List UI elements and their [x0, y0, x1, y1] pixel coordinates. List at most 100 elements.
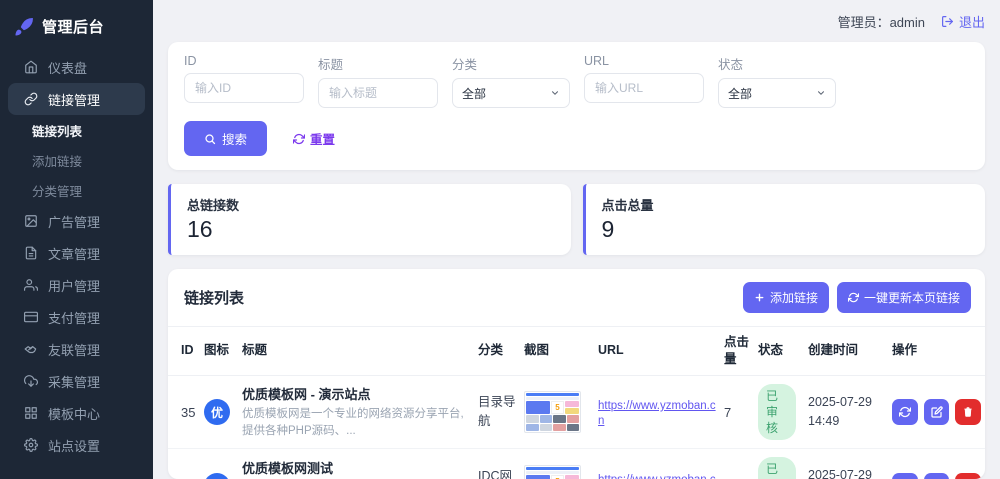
trash-icon	[962, 406, 974, 418]
sidebar-item-friend-link-management[interactable]: 友联管理	[0, 333, 153, 365]
add-link-button[interactable]: 添加链接	[743, 282, 829, 313]
search-field-status: 状态 全部	[718, 54, 836, 108]
sidebar-item-collection-management[interactable]: 采集管理	[0, 365, 153, 397]
edit-icon	[931, 406, 943, 418]
table-header-row: ID 图标 标题 分类 截图 URL 点击量 状态 创建时间 操作	[168, 327, 985, 376]
url-input[interactable]	[584, 73, 704, 103]
chevron-down-icon	[550, 88, 560, 98]
sidebar-nav: 仪表盘 链接管理 链接列表 添加链接 分类管理 广告管理 文章管理 用户管理 支…	[0, 51, 153, 461]
stats-row: 总链接数 16 点击总量 9	[168, 184, 985, 255]
stat-value: 16	[187, 216, 555, 243]
link-table: ID 图标 标题 分类 截图 URL 点击量 状态 创建时间 操作 35 优	[168, 326, 985, 479]
logout-button[interactable]: 退出	[941, 12, 985, 31]
category-select[interactable]: 全部	[452, 78, 570, 108]
row-category: IDC网站	[474, 449, 520, 479]
stat-total-links: 总链接数 16	[168, 184, 571, 255]
sidebar-item-link-management[interactable]: 链接管理	[8, 83, 145, 115]
search-field-url: URL	[584, 54, 704, 108]
update-page-links-button[interactable]: 一键更新本页链接	[837, 282, 971, 313]
rocket-icon	[14, 17, 34, 37]
site-url-link[interactable]: https://www.yzmoban.cn	[598, 400, 716, 427]
link-list-panel: 链接列表 添加链接 一键更新本页链接 ID 图标 标题	[168, 269, 985, 479]
table-row: 34 优 优质模板网测试 优质模板网是一个专业的网络资源分享平台,提供各种PHP…	[168, 449, 985, 479]
delete-link-button[interactable]	[955, 399, 981, 425]
refresh-icon	[293, 133, 305, 145]
plus-icon	[754, 292, 765, 303]
site-url-link[interactable]: https://www.yzmoban.cn	[598, 474, 716, 479]
field-label: 分类	[452, 54, 570, 73]
sidebar-item-link-list[interactable]: 链接列表	[0, 115, 153, 145]
stat-label: 点击总量	[602, 195, 970, 214]
sidebar-item-article-management[interactable]: 文章管理	[0, 237, 153, 269]
handshake-icon	[24, 342, 38, 356]
search-field-category: 分类 全部	[452, 54, 570, 108]
sidebar-item-dashboard[interactable]: 仪表盘	[0, 51, 153, 83]
gear-icon	[24, 438, 38, 452]
stat-value: 9	[602, 216, 970, 243]
sidebar-item-add-link[interactable]: 添加链接	[0, 145, 153, 175]
sidebar-item-label: 链接管理	[48, 90, 100, 109]
site-screenshot-thumbnail: 5	[524, 391, 581, 433]
topbar: 管理员：admin 退出	[168, 0, 985, 42]
sidebar-item-user-management[interactable]: 用户管理	[0, 269, 153, 301]
row-created-time: 2025-07-29 14:49	[804, 449, 888, 479]
app-title: 管理后台	[42, 16, 104, 37]
sidebar-item-payment-management[interactable]: 支付管理	[0, 301, 153, 333]
sidebar-item-category-management[interactable]: 分类管理	[0, 175, 153, 205]
row-clicks: 7	[720, 375, 754, 449]
refresh-link-button[interactable]	[892, 473, 918, 479]
title-input[interactable]	[318, 78, 438, 108]
id-input[interactable]	[184, 73, 304, 103]
main-content: 管理员：admin 退出 ID 标题 分类 全部 UR	[153, 0, 1000, 479]
site-favicon: 优	[204, 399, 230, 425]
users-icon	[24, 278, 38, 292]
row-id: 34	[168, 449, 200, 479]
app-logo: 管理后台	[0, 0, 153, 49]
credit-card-icon	[24, 310, 38, 324]
field-label: 标题	[318, 54, 438, 73]
status-badge: 已审核	[758, 457, 796, 479]
sidebar-item-label: 仪表盘	[48, 58, 87, 77]
refresh-icon	[899, 406, 911, 418]
refresh-icon	[848, 292, 859, 303]
search-panel: ID 标题 分类 全部 URL 状态 全部	[168, 42, 985, 170]
field-label: URL	[584, 54, 704, 68]
refresh-link-button[interactable]	[892, 399, 918, 425]
stat-label: 总链接数	[187, 195, 555, 214]
sidebar-item-ad-management[interactable]: 广告管理	[0, 205, 153, 237]
search-button[interactable]: 搜索	[184, 121, 267, 156]
file-icon	[24, 246, 38, 260]
status-badge: 已审核	[758, 384, 796, 441]
field-label: 状态	[718, 54, 836, 73]
status-select[interactable]: 全部	[718, 78, 836, 108]
edit-link-button[interactable]	[924, 473, 950, 479]
reset-button[interactable]: 重置	[293, 129, 335, 148]
grid-icon	[24, 406, 38, 420]
site-screenshot-thumbnail: 5	[524, 465, 581, 479]
panel-title: 链接列表	[184, 287, 244, 308]
row-clicks: 0	[720, 449, 754, 479]
row-title: 优质模板网测试	[242, 458, 470, 477]
home-icon	[24, 60, 38, 74]
field-label: ID	[184, 54, 304, 68]
sidebar: 管理后台 仪表盘 链接管理 链接列表 添加链接 分类管理 广告管理 文章管理 用…	[0, 0, 153, 479]
row-created-time: 2025-07-29 14:49	[804, 375, 888, 449]
logout-icon	[941, 15, 954, 28]
sidebar-item-template-center[interactable]: 模板中心	[0, 397, 153, 429]
row-title: 优质模板网 - 演示站点	[242, 384, 470, 403]
search-field-id: ID	[184, 54, 304, 108]
site-favicon: 优	[204, 473, 230, 479]
sidebar-item-site-settings[interactable]: 站点设置	[0, 429, 153, 461]
edit-link-button[interactable]	[924, 399, 950, 425]
search-field-title: 标题	[318, 54, 438, 108]
table-row: 35 优 优质模板网 - 演示站点 优质模板网是一个专业的网络资源分享平台,提供…	[168, 375, 985, 449]
chevron-down-icon	[816, 88, 826, 98]
row-description: 优质模板网是一个专业的网络资源分享平台,提供各种PHP源码、...	[242, 406, 470, 439]
row-category: 目录导航	[474, 375, 520, 449]
stat-total-clicks: 点击总量 9	[583, 184, 986, 255]
image-icon	[24, 214, 38, 228]
delete-link-button[interactable]	[955, 473, 981, 479]
admin-user-label: 管理员：admin	[838, 12, 925, 31]
cloud-download-icon	[24, 374, 38, 388]
row-id: 35	[168, 375, 200, 449]
